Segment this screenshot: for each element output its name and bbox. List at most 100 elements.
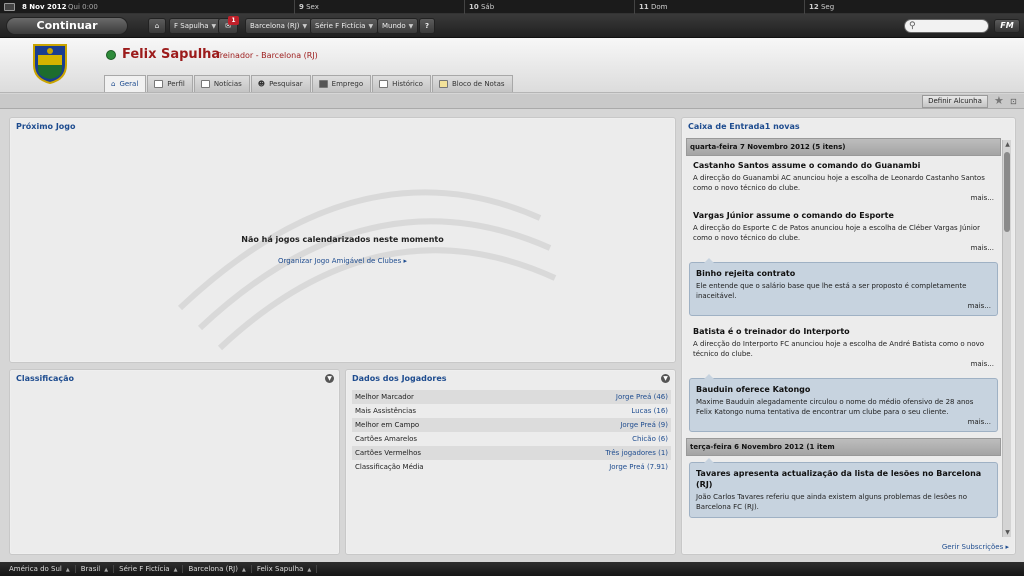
more-link[interactable]: mais... bbox=[693, 244, 994, 252]
inbox-message-highlighted[interactable]: Binho rejeita contrato Ele entende que o… bbox=[689, 258, 998, 316]
main-toolbar: Continuar ⌂ F Sapulha ▼ ✉ 1 Barcelona (RJ… bbox=[0, 14, 1024, 38]
breadcrumb-label: Série F Fictícia bbox=[119, 565, 170, 573]
fm-menu-button[interactable]: FM bbox=[994, 19, 1020, 33]
tab-label: Histórico bbox=[392, 80, 423, 88]
manager-role[interactable]: Treinador - Barcelona (RJ) bbox=[216, 51, 318, 60]
inbox-scrollbar[interactable]: ▲ ▼ bbox=[1002, 140, 1011, 537]
stat-row: Melhor Marcador Jorge Preá (46) bbox=[352, 390, 671, 404]
breadcrumb-item[interactable]: Barcelona (RJ) ▲ bbox=[183, 565, 252, 573]
player-stats-list: Melhor Marcador Jorge Preá (46) Mais Assi… bbox=[352, 390, 671, 474]
search-icon: ⚲ bbox=[909, 21, 916, 31]
options-chevron-icon[interactable]: ▼ bbox=[661, 374, 670, 383]
panel-title: Próximo Jogo bbox=[16, 122, 76, 131]
inbox-message-highlighted[interactable]: Tavares apresenta actualização da lista … bbox=[689, 458, 998, 518]
chevron-right-icon: ▸ bbox=[1005, 543, 1009, 551]
calendar-day[interactable]: 10 Sáb bbox=[464, 0, 634, 14]
calendar-day[interactable]: 11 Dom bbox=[634, 0, 804, 14]
scroll-up-icon[interactable]: ▲ bbox=[1003, 141, 1012, 148]
inbox-message[interactable]: Batista é o treinador do Interporto A di… bbox=[686, 322, 1001, 372]
player-data-panel: Dados dos Jogadores ▼ Melhor Marcador Jor… bbox=[345, 369, 676, 555]
current-date: 8 Nov 2012 bbox=[22, 3, 67, 11]
home-button[interactable]: ⌂ bbox=[148, 18, 166, 34]
calendar-day[interactable]: 12 Seg bbox=[804, 0, 1024, 14]
more-link[interactable]: mais... bbox=[696, 302, 991, 310]
stat-value-link[interactable]: Chicão (6) bbox=[632, 435, 668, 443]
scroll-down-icon[interactable]: ▼ bbox=[1003, 529, 1012, 536]
tab-emprego[interactable]: Emprego bbox=[311, 75, 372, 92]
inbox-message[interactable]: Castanho Santos assume o comando do Guan… bbox=[686, 156, 1001, 206]
action-bar: Definir Alcunha ★ ⊡ bbox=[0, 94, 1024, 109]
new-tab-icon[interactable]: ⊡ bbox=[1010, 97, 1017, 106]
more-link[interactable]: mais... bbox=[696, 418, 991, 426]
screen: 8 Nov 2012 Qui 0:00 9 Sex 10 Sáb 11 Dom … bbox=[0, 0, 1024, 576]
club-menu[interactable]: Barcelona (RJ) ▼ bbox=[245, 18, 313, 34]
panel-title[interactable]: Caixa de Entrada1 novas bbox=[688, 122, 800, 131]
stat-value-link[interactable]: Lucas (16) bbox=[631, 407, 668, 415]
inbox-message[interactable]: Vargas Júnior assume o comando do Esport… bbox=[686, 206, 1001, 256]
inbox-panel: Caixa de Entrada1 novas quarta-feira 7 N… bbox=[681, 117, 1016, 555]
league-menu-label: Série F Fictícia bbox=[315, 22, 366, 30]
stat-value-link[interactable]: Três jogadores (1) bbox=[605, 449, 668, 457]
help-button[interactable]: ? bbox=[419, 18, 435, 34]
manager-name: Felix Sapulha bbox=[122, 47, 221, 62]
inbox-date-header: terça-feira 6 Novembro 2012 (1 item bbox=[686, 438, 1001, 456]
chevron-down-icon: ▼ bbox=[408, 23, 414, 30]
tab-label: Pesquisar bbox=[269, 80, 303, 88]
world-menu[interactable]: Mundo ▼ bbox=[377, 18, 419, 34]
league-menu[interactable]: Série F Fictícia ▼ bbox=[310, 18, 379, 34]
breadcrumb-item[interactable]: Série F Fictícia ▲ bbox=[114, 565, 184, 573]
club-crest-icon bbox=[33, 44, 67, 85]
stat-label: Classificação Média bbox=[355, 463, 424, 471]
inbox-list: quarta-feira 7 Novembro 2012 (5 itens) C… bbox=[686, 138, 1001, 533]
breadcrumb-item[interactable]: Brasil ▲ bbox=[76, 565, 115, 573]
inbox-message-highlighted[interactable]: Bauduin oferece Katongo Maxime Bauduin a… bbox=[689, 374, 998, 432]
day-name: Sex bbox=[306, 3, 319, 11]
chevron-up-icon: ▲ bbox=[173, 567, 178, 573]
message-body: Maxime Bauduin alegadamente circulou o n… bbox=[696, 398, 974, 416]
panel-title: Dados dos Jogadores bbox=[352, 374, 447, 383]
options-chevron-icon[interactable]: ▼ bbox=[325, 374, 334, 383]
notepad-icon bbox=[438, 80, 448, 88]
manage-subscriptions-label: Gerir Subscrições bbox=[941, 543, 1004, 551]
tab-historico[interactable]: Histórico bbox=[372, 75, 431, 92]
chevron-right-icon: ▸ bbox=[403, 257, 408, 265]
scrollbar-thumb[interactable] bbox=[1004, 152, 1010, 232]
tab-pesquisar[interactable]: ☻ Pesquisar bbox=[250, 75, 311, 92]
arrange-friendly-link[interactable]: Organizar Jogo Amigável de Clubes ▸ bbox=[10, 257, 675, 265]
tab-geral[interactable]: ⌂ Geral bbox=[104, 75, 147, 92]
stat-value-link[interactable]: Jorge Preá (46) bbox=[616, 393, 668, 401]
classification-panel: Classificação ▼ bbox=[9, 369, 340, 555]
tab-perfil[interactable]: Perfil bbox=[147, 75, 193, 92]
manage-subscriptions-link[interactable]: Gerir Subscrições ▸ bbox=[942, 543, 1009, 551]
tab-noticias[interactable]: Notícias bbox=[193, 75, 250, 92]
nationality-flag-icon bbox=[106, 50, 116, 60]
message-body: Ele entende que o salário base que lhe e… bbox=[696, 282, 967, 300]
news-icon bbox=[200, 80, 210, 88]
breadcrumb-item[interactable]: América do Sul ▲ bbox=[4, 565, 76, 573]
chevron-up-icon: ▲ bbox=[104, 567, 109, 573]
chevron-up-icon: ▲ bbox=[65, 567, 70, 573]
breadcrumb-label: América do Sul bbox=[9, 565, 62, 573]
day-number: 10 bbox=[469, 3, 479, 11]
breadcrumb-item[interactable]: Felix Sapulha ▲ bbox=[252, 565, 318, 573]
calendar-day[interactable]: 9 Sex bbox=[294, 0, 464, 14]
set-nickname-button[interactable]: Definir Alcunha bbox=[922, 95, 988, 108]
message-body: A direcção do Interporto FC anunciou hoj… bbox=[693, 340, 985, 358]
stat-value-link[interactable]: Jorge Preá (7.91) bbox=[609, 463, 668, 471]
tab-bloco-de-notas[interactable]: Bloco de Notas bbox=[431, 75, 513, 92]
person-search-icon: ☻ bbox=[257, 80, 266, 88]
more-link[interactable]: mais... bbox=[693, 194, 994, 202]
calendar-icon[interactable] bbox=[4, 3, 15, 11]
world-menu-label: Mundo bbox=[382, 22, 406, 30]
current-day-time: Qui 0:00 bbox=[68, 3, 98, 11]
message-body: A direcção do Guanambi AC anunciou hoje … bbox=[693, 174, 985, 192]
more-link[interactable]: mais... bbox=[693, 360, 994, 368]
star-icon[interactable]: ★ bbox=[994, 94, 1004, 107]
continue-button[interactable]: Continuar bbox=[6, 17, 128, 35]
home-icon: ⌂ bbox=[154, 22, 160, 30]
stat-value-link[interactable]: Jorge Preá (9) bbox=[620, 421, 668, 429]
manager-menu[interactable]: F Sapulha ▼ bbox=[169, 18, 222, 34]
profile-header: Felix Sapulha Treinador - Barcelona (RJ)… bbox=[0, 38, 1024, 93]
search-input[interactable]: ⚲ bbox=[904, 19, 989, 33]
day-number: 9 bbox=[299, 3, 304, 11]
